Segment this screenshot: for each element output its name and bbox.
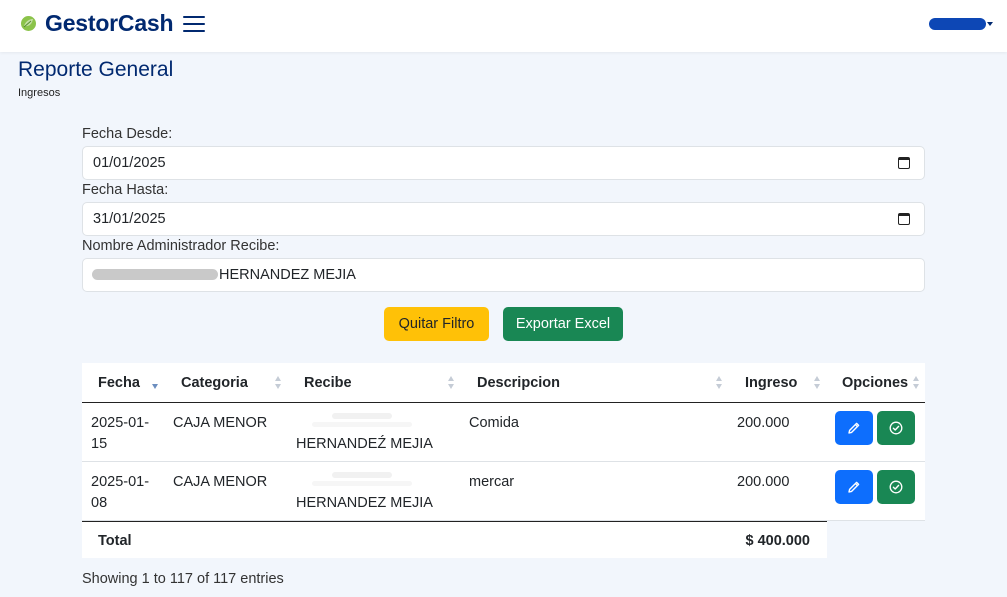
cell-ingreso: 200.000 bbox=[737, 474, 790, 490]
caret-down-icon[interactable] bbox=[987, 22, 993, 26]
check-circle-icon bbox=[889, 421, 903, 435]
page-subtitle: Ingresos bbox=[18, 87, 61, 99]
clear-filter-button[interactable]: Quitar Filtro bbox=[384, 307, 489, 341]
admin-select[interactable]: HERNANDEZ MEJIA bbox=[82, 258, 925, 292]
sort-icon[interactable] bbox=[913, 376, 920, 390]
table-footer: Total $ 400.000 bbox=[82, 521, 827, 558]
page-title: Reporte General bbox=[18, 58, 174, 81]
column-header-opciones[interactable]: Opciones bbox=[842, 375, 908, 391]
cell-descripcion: mercar bbox=[469, 474, 515, 490]
cell-fecha: 2025-01-15 bbox=[91, 415, 150, 452]
calendar-icon[interactable] bbox=[898, 157, 910, 169]
calendar-icon[interactable] bbox=[898, 213, 910, 225]
top-navbar: GestorCash bbox=[0, 0, 1007, 52]
fecha-hasta-label: Fecha Hasta: bbox=[82, 182, 169, 198]
column-header-recibe[interactable]: Recibe bbox=[304, 375, 352, 391]
redacted-name bbox=[312, 481, 412, 486]
check-circle-icon bbox=[889, 480, 903, 494]
edit-button[interactable] bbox=[835, 411, 873, 445]
brand-name[interactable]: GestorCash bbox=[45, 10, 174, 37]
edit-button[interactable] bbox=[835, 470, 873, 504]
admin-value: HERNANDEZ MEJIA bbox=[219, 267, 356, 283]
sort-desc-icon[interactable] bbox=[152, 376, 159, 390]
redacted-name bbox=[92, 269, 218, 280]
fecha-desde-label: Fecha Desde: bbox=[82, 126, 173, 142]
table-row: 2025-01-15 CAJA MENOR HERNANDEŹ MEJIA Co… bbox=[82, 403, 925, 462]
sort-icon[interactable] bbox=[814, 376, 821, 390]
cell-recibe: HERNANDEZ MEJIA bbox=[296, 495, 433, 511]
fecha-desde-field[interactable] bbox=[82, 146, 925, 180]
confirm-button[interactable] bbox=[877, 411, 915, 445]
fecha-hasta-field[interactable] bbox=[82, 202, 925, 236]
fecha-desde-input[interactable] bbox=[93, 147, 883, 179]
redacted-name bbox=[332, 472, 392, 478]
user-profile-menu[interactable] bbox=[929, 18, 986, 30]
leaf-logo-icon bbox=[21, 16, 36, 31]
confirm-button[interactable] bbox=[877, 470, 915, 504]
cell-categoria: CAJA MENOR bbox=[173, 474, 268, 490]
sort-icon[interactable] bbox=[275, 376, 282, 390]
column-header-descripcion[interactable]: Descripcion bbox=[477, 375, 560, 391]
pagination-info: Showing 1 to 117 of 117 entries bbox=[82, 571, 284, 587]
sort-icon[interactable] bbox=[448, 376, 455, 390]
pencil-icon bbox=[848, 481, 860, 493]
fecha-hasta-input[interactable] bbox=[93, 203, 883, 235]
table-row: 2025-01-08 CAJA MENOR HERNANDEZ MEJIA me… bbox=[82, 462, 925, 521]
total-value: $ 400.000 bbox=[745, 533, 810, 549]
sort-icon[interactable] bbox=[716, 376, 723, 390]
cell-fecha: 2025-01-08 bbox=[91, 474, 150, 511]
hamburger-icon[interactable] bbox=[183, 14, 205, 34]
redacted-name bbox=[312, 422, 412, 427]
cell-categoria: CAJA MENOR bbox=[173, 415, 268, 431]
table-header: Fecha Categoria Recibe Descripcion Ingre… bbox=[82, 363, 925, 403]
column-header-fecha[interactable]: Fecha bbox=[98, 375, 140, 391]
admin-label: Nombre Administrador Recibe: bbox=[82, 238, 280, 254]
redacted-name bbox=[332, 413, 392, 419]
total-label: Total bbox=[98, 533, 132, 549]
column-header-ingreso[interactable]: Ingreso bbox=[745, 375, 797, 391]
cell-recibe: HERNANDEŹ MEJIA bbox=[296, 436, 433, 452]
export-excel-button[interactable]: Exportar Excel bbox=[503, 307, 623, 341]
column-header-categoria[interactable]: Categoria bbox=[181, 375, 248, 391]
cell-ingreso: 200.000 bbox=[737, 415, 790, 431]
pencil-icon bbox=[848, 422, 860, 434]
cell-descripcion: Comida bbox=[469, 415, 519, 431]
